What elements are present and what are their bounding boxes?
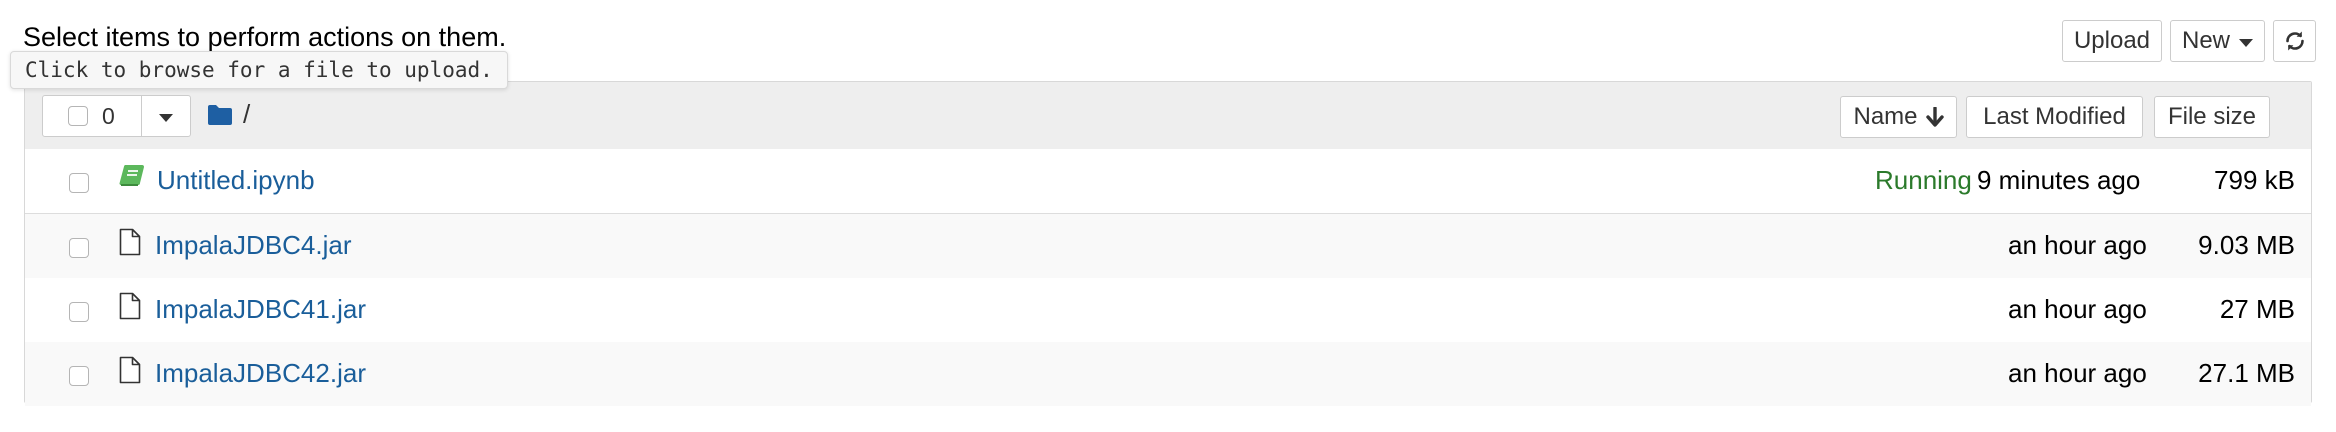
file-size: 27 MB — [2219, 294, 2295, 324]
breadcrumb-separator: / — [243, 99, 251, 129]
file-size: 27.1 MB — [2198, 358, 2295, 388]
modified-time: an hour ago — [2008, 358, 2147, 388]
caret-down-icon — [2239, 38, 2253, 47]
file-name-link[interactable]: ImpalaJDBC4.jar — [155, 230, 352, 261]
file-icon — [119, 356, 141, 384]
list-item[interactable]: ImpalaJDBC42.jar an hour ago 27.1 MB — [25, 342, 2311, 406]
select-all-checkbox[interactable] — [68, 106, 88, 126]
upload-button[interactable]: Upload — [2062, 20, 2162, 62]
file-name-link[interactable]: Untitled.ipynb — [157, 165, 315, 196]
list-item[interactable]: Untitled.ipynb Running 9 minutes ago 799… — [25, 149, 2311, 214]
arrow-down-icon — [1925, 107, 1944, 127]
new-button-label: New — [2181, 27, 2230, 54]
sort-name-label: Name — [1853, 103, 1918, 130]
new-dropdown-button[interactable]: New — [2170, 20, 2265, 62]
folder-icon[interactable] — [207, 104, 233, 126]
upload-tooltip: Click to browse for a file to upload. — [10, 51, 508, 89]
row-checkbox[interactable] — [69, 366, 89, 386]
file-size: 799 kB — [2214, 165, 2295, 195]
file-icon — [119, 228, 141, 256]
modified-time: an hour ago — [2008, 294, 2147, 324]
notebook-icon — [119, 165, 144, 186]
file-size: 9.03 MB — [2198, 230, 2295, 260]
refresh-button[interactable] — [2273, 20, 2316, 62]
running-status: Running — [1875, 165, 1972, 195]
list-item[interactable]: ImpalaJDBC41.jar an hour ago 27 MB — [25, 278, 2311, 343]
refresh-icon — [2285, 31, 2304, 51]
instruction-text: Select items to perform actions on them. — [23, 22, 507, 52]
sort-last-modified-button[interactable]: Last Modified — [1966, 96, 2143, 138]
sort-file-size-button[interactable]: File size — [2154, 96, 2270, 138]
row-checkbox[interactable] — [69, 173, 89, 193]
file-list: 0 / Name Last Modified File size Untitle… — [24, 81, 2312, 406]
select-all-button[interactable]: 0 — [42, 95, 142, 137]
row-checkbox[interactable] — [69, 238, 89, 258]
selection-menu-button[interactable] — [141, 95, 191, 137]
file-icon — [119, 292, 141, 320]
sort-name-button[interactable]: Name — [1840, 96, 1957, 138]
selected-count: 0 — [102, 102, 115, 129]
caret-down-icon — [159, 113, 173, 122]
list-header: 0 / Name Last Modified File size — [25, 82, 2311, 150]
modified-time: 9 minutes ago — [1977, 165, 2141, 195]
breadcrumb: / — [207, 99, 250, 130]
file-name-link[interactable]: ImpalaJDBC42.jar — [155, 358, 366, 389]
row-checkbox[interactable] — [69, 302, 89, 322]
list-item[interactable]: ImpalaJDBC4.jar an hour ago 9.03 MB — [25, 214, 2311, 279]
modified-time: an hour ago — [2008, 230, 2147, 260]
file-name-link[interactable]: ImpalaJDBC41.jar — [155, 294, 366, 325]
